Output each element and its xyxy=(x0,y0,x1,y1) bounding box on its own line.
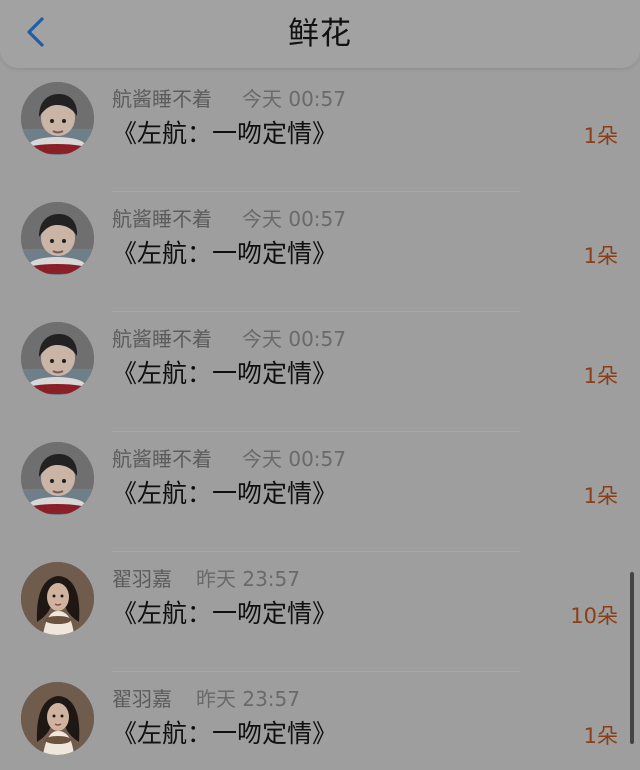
timestamp: 今天 00:57 xyxy=(242,207,346,231)
timestamp: 今天 00:57 xyxy=(242,327,346,351)
work-title: 《左航：一吻定情》 xyxy=(112,479,338,508)
flower-count: 1朵 xyxy=(583,244,618,268)
list-item[interactable]: 航酱睡不着 今天 00:57 《左航：一吻定情》 1朵 xyxy=(0,432,640,552)
avatar[interactable] xyxy=(21,322,94,395)
sender-name: 航酱睡不着 xyxy=(112,447,212,471)
list-item[interactable]: 航酱睡不着 今天 00:57 《左航：一吻定情》 1朵 xyxy=(0,72,640,192)
list-item[interactable]: 航酱睡不着 今天 00:57 《左航：一吻定情》 1朵 xyxy=(0,192,640,312)
page-title: 鲜花 xyxy=(288,16,352,52)
sender-name: 翟羽嘉 xyxy=(112,567,172,591)
avatar[interactable] xyxy=(21,202,94,275)
flower-count: 10朵 xyxy=(570,604,618,628)
boy-avatar-icon xyxy=(21,442,94,515)
timestamp: 今天 00:57 xyxy=(242,87,346,111)
sender-name: 航酱睡不着 xyxy=(112,87,212,111)
timestamp: 昨天 23:57 xyxy=(196,567,300,591)
work-title: 《左航：一吻定情》 xyxy=(112,719,338,748)
work-title: 《左航：一吻定情》 xyxy=(112,239,338,268)
flower-count: 1朵 xyxy=(583,484,618,508)
work-title: 《左航：一吻定情》 xyxy=(112,119,338,148)
boy-avatar-icon xyxy=(21,202,94,275)
list-item[interactable]: 航酱睡不着 今天 00:57 《左航：一吻定情》 1朵 xyxy=(0,312,640,432)
girl-avatar-icon xyxy=(21,562,94,635)
sender-name: 翟羽嘉 xyxy=(112,687,172,711)
boy-avatar-icon xyxy=(21,82,94,155)
boy-avatar-icon xyxy=(21,322,94,395)
sender-name: 航酱睡不着 xyxy=(112,207,212,231)
flower-gift-list[interactable]: 航酱睡不着 今天 00:57 《左航：一吻定情》 1朵 航酱睡不着 今天 00:… xyxy=(0,72,640,770)
sender-name: 航酱睡不着 xyxy=(112,327,212,351)
work-title: 《左航：一吻定情》 xyxy=(112,599,338,628)
avatar[interactable] xyxy=(21,682,94,755)
timestamp: 昨天 23:57 xyxy=(196,687,300,711)
avatar[interactable] xyxy=(21,562,94,635)
avatar[interactable] xyxy=(21,442,94,515)
work-title: 《左航：一吻定情》 xyxy=(112,359,338,388)
flower-list-screen: 鲜花 航酱睡不着 今天 00:57 《左航：一吻定情》 1朵 航酱睡不着 今天 … xyxy=(0,0,640,770)
top-navigation-bar: 鲜花 xyxy=(0,0,640,68)
girl-avatar-icon xyxy=(21,682,94,755)
avatar[interactable] xyxy=(21,82,94,155)
flower-count: 1朵 xyxy=(583,364,618,388)
timestamp: 今天 00:57 xyxy=(242,447,346,471)
list-item[interactable]: 翟羽嘉 昨天 23:57 《左航：一吻定情》 1朵 xyxy=(0,672,640,770)
flower-count: 1朵 xyxy=(583,124,618,148)
list-item[interactable]: 翟羽嘉 昨天 23:57 《左航：一吻定情》 10朵 xyxy=(0,552,640,672)
vertical-scrollbar[interactable] xyxy=(630,572,634,744)
flower-count: 1朵 xyxy=(583,724,618,748)
